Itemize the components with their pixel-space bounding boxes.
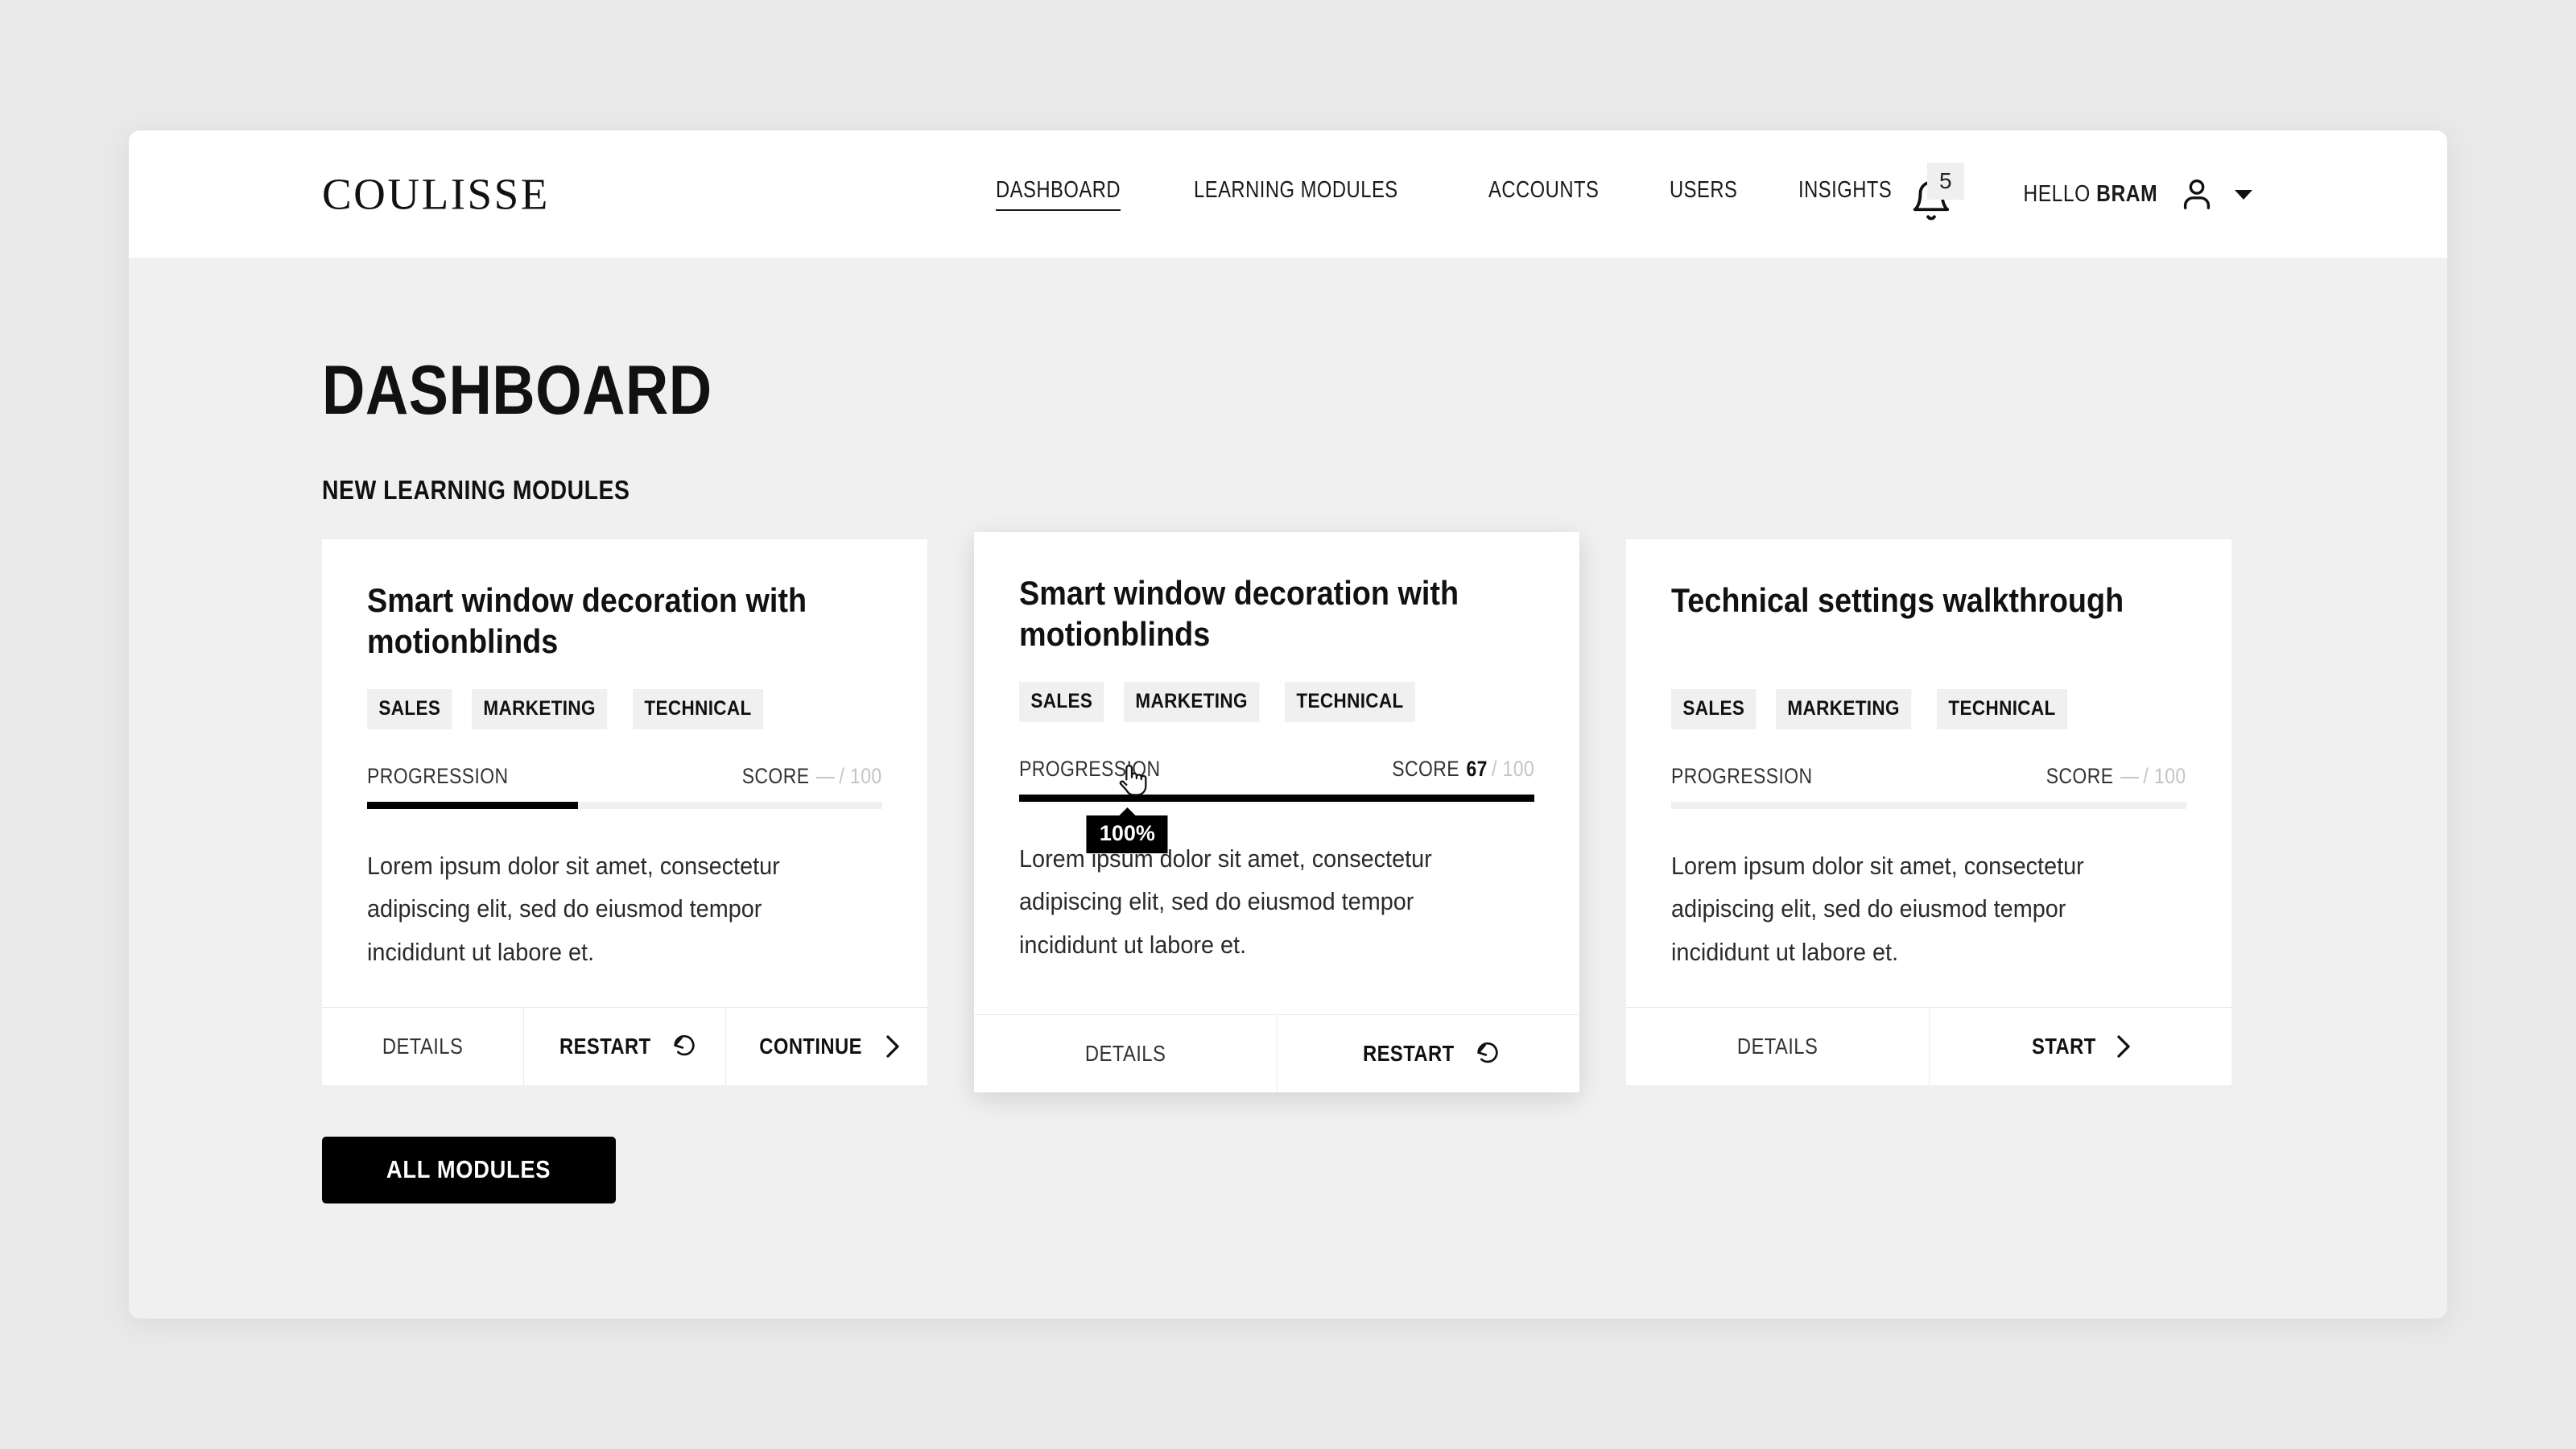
module-card-title: Smart window decoration with motionblind…: [1019, 574, 1459, 654]
module-tag[interactable]: SALES: [367, 689, 452, 729]
module-tag[interactable]: MARKETING: [472, 689, 608, 729]
header-right-cluster: 5 HELLO BRAM: [1905, 163, 2254, 221]
restart-label: RESTART: [1363, 1040, 1455, 1066]
module-tag[interactable]: SALES: [1019, 682, 1104, 722]
nav-item-users[interactable]: USERS: [1670, 177, 1737, 211]
details-button[interactable]: DETAILS: [322, 1008, 523, 1085]
details-label: DETAILS: [1084, 1040, 1166, 1066]
module-tag-list: SALES MARKETING TECHNICAL: [1671, 689, 2186, 729]
module-card-body: Smart window decoration with motionblind…: [974, 532, 1579, 1014]
main-navigation: DASHBOARD LEARNING MODULES ACCOUNTS USERS IN…: [996, 177, 1913, 211]
chevron-right-icon: [886, 1035, 899, 1058]
score-display: SCORE —/ 100: [2046, 764, 2186, 789]
score-value: 67: [1466, 757, 1488, 781]
score-max: / 100: [2143, 764, 2186, 788]
progress-bar-track[interactable]: [367, 802, 882, 809]
restart-label: RESTART: [559, 1033, 651, 1059]
module-tag[interactable]: MARKETING: [1776, 689, 1912, 729]
score-label: SCORE: [1392, 757, 1459, 781]
score-label: SCORE: [742, 764, 810, 788]
progress-bar-track[interactable]: 100%: [1019, 764, 1534, 853]
module-tag[interactable]: MARKETING: [1124, 682, 1260, 722]
caret-down-icon[interactable]: [2233, 187, 2254, 201]
module-card-grid: Smart window decoration with motionblind…: [322, 532, 2254, 1092]
progress-bar-fill: [1019, 795, 1534, 802]
module-card-footer: DETAILS RESTART CONTINUE: [322, 1006, 927, 1085]
progress-bar-track[interactable]: [1671, 802, 2186, 809]
notifications-button[interactable]: 5: [1905, 163, 1964, 221]
module-tag-list: SALES MARKETING TECHNICAL: [367, 689, 882, 729]
module-description: Lorem ipsum dolor sit amet, consectetur …: [1671, 852, 2084, 966]
module-card-body: Smart window decoration with motionblind…: [322, 539, 927, 1007]
person-icon[interactable]: [2178, 175, 2215, 213]
restart-button[interactable]: RESTART: [1276, 1014, 1580, 1092]
module-description: Lorem ipsum dolor sit amet, consectetur …: [1019, 844, 1432, 959]
section-title: NEW LEARNING MODULES: [322, 475, 630, 505]
chevron-right-icon: [2117, 1035, 2130, 1058]
score-max: / 100: [1491, 757, 1534, 781]
details-button[interactable]: DETAILS: [1626, 1008, 1929, 1085]
greeting-text: HELLO BRAM: [2023, 181, 2157, 208]
restart-arrow-icon: [674, 1034, 695, 1056]
page-title: DASHBOARD: [322, 352, 712, 429]
score-display: SCORE —/ 100: [742, 764, 882, 789]
progress-tooltip: 100%: [1086, 815, 1168, 853]
module-tag[interactable]: TECHNICAL: [633, 689, 764, 729]
notification-count-badge: 5: [1926, 163, 1964, 200]
module-tag-list: SALES MARKETING TECHNICAL: [1019, 682, 1534, 722]
module-card[interactable]: Technical settings walkthrough SALES MARKE…: [1626, 539, 2231, 1085]
module-card-body: Technical settings walkthrough SALES MARKE…: [1626, 539, 2231, 1007]
app-root: COULISSE DASHBOARD LEARNING MODULES ACCOUN…: [0, 0, 2576, 1449]
progression-label: PROGRESSION: [367, 764, 509, 788]
score-value: —: [816, 764, 836, 788]
nav-item-accounts[interactable]: ACCOUNTS: [1488, 177, 1599, 211]
restart-arrow-icon: [1477, 1042, 1498, 1063]
module-card-footer: DETAILS RESTART: [974, 1013, 1580, 1092]
all-modules-button[interactable]: ALL MODULES: [322, 1136, 616, 1203]
app-header: COULISSE DASHBOARD LEARNING MODULES ACCOUN…: [129, 130, 2447, 258]
module-card-footer: DETAILS START: [1626, 1006, 2232, 1085]
progression-row: PROGRESSION SCORE —/ 100: [1671, 764, 2186, 789]
module-tag[interactable]: TECHNICAL: [1285, 682, 1416, 722]
progression-label: PROGRESSION: [1019, 757, 1161, 781]
details-label: DETAILS: [382, 1033, 464, 1059]
nav-item-learning-modules[interactable]: LEARNING MODULES: [1194, 177, 1398, 211]
details-button[interactable]: DETAILS: [974, 1015, 1277, 1092]
module-description: Lorem ipsum dolor sit amet, consectetur …: [367, 852, 780, 966]
module-tag[interactable]: TECHNICAL: [1937, 689, 2068, 729]
app-window: COULISSE DASHBOARD LEARNING MODULES ACCOUN…: [129, 130, 2447, 1319]
module-card[interactable]: Smart window decoration with motionblind…: [322, 539, 927, 1085]
progress-bar-fill: [367, 802, 579, 809]
details-label: DETAILS: [1736, 1033, 1818, 1059]
module-card[interactable]: Smart window decoration with motionblind…: [974, 532, 1579, 1092]
score-display: SCORE 67/ 100: [1392, 757, 1534, 782]
progression-row: PROGRESSION SCORE —/ 100: [367, 764, 882, 789]
module-tag[interactable]: SALES: [1671, 689, 1757, 729]
start-label: START: [2032, 1033, 2097, 1059]
restart-button[interactable]: RESTART: [523, 1007, 725, 1085]
score-max: / 100: [839, 764, 882, 788]
continue-label: CONTINUE: [759, 1033, 862, 1059]
start-button[interactable]: START: [1928, 1007, 2232, 1085]
score-value: —: [2120, 764, 2140, 788]
progression-row: PROGRESSION SCORE 67/ 100: [1019, 757, 1534, 782]
progression-label: PROGRESSION: [1671, 764, 1813, 788]
brand-logo[interactable]: COULISSE: [322, 169, 550, 220]
greeting-prefix: HELLO: [2023, 180, 2097, 207]
module-card-title: Technical settings walkthrough: [1671, 581, 2124, 619]
nav-item-insights[interactable]: INSIGHTS: [1798, 177, 1892, 211]
all-modules-label: ALL MODULES: [386, 1155, 551, 1184]
module-card-title: Smart window decoration with motionblind…: [367, 581, 807, 661]
user-name: BRAM: [2096, 180, 2157, 207]
nav-item-dashboard[interactable]: DASHBOARD: [996, 177, 1121, 211]
page-body: DASHBOARD NEW LEARNING MODULES Smart win…: [129, 356, 2447, 1203]
score-label: SCORE: [2046, 764, 2114, 788]
continue-button[interactable]: CONTINUE: [725, 1007, 927, 1085]
